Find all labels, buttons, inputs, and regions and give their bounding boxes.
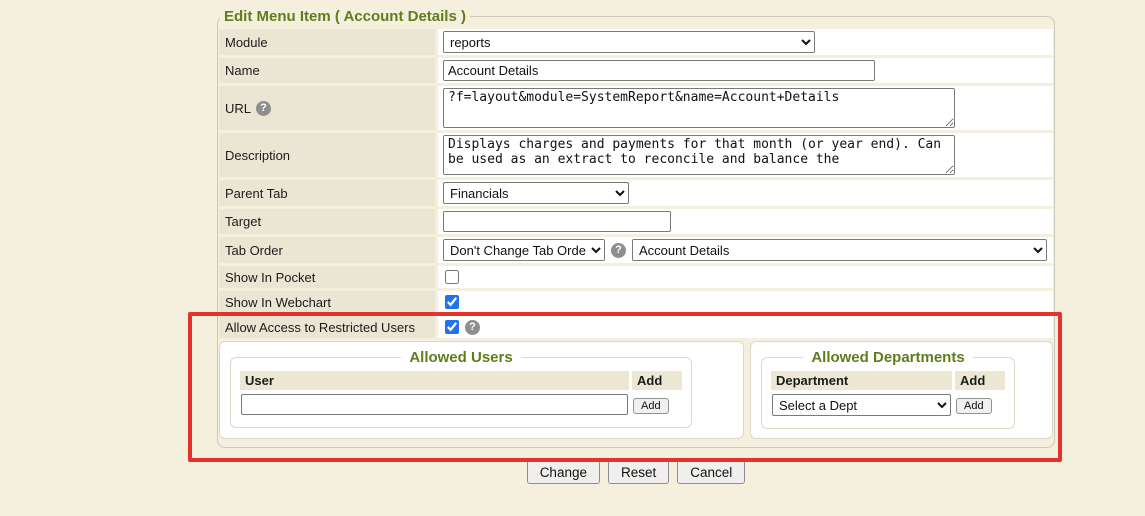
- allowed-users-fieldset: Allowed Users User Add: [230, 349, 692, 428]
- allowed-section-row: Allowed Users User Add: [219, 341, 1053, 439]
- show-in-pocket-label: Show In Pocket: [219, 266, 435, 288]
- add-column-header: Add: [955, 371, 1005, 390]
- change-button[interactable]: Change: [527, 460, 600, 484]
- target-label: Target: [219, 209, 435, 234]
- target-input[interactable]: [443, 211, 671, 232]
- reset-button[interactable]: Reset: [608, 460, 669, 484]
- url-textarea[interactable]: ?f=layout&module=SystemReport&name=Accou…: [443, 88, 955, 128]
- allowed-users-title: Allowed Users: [401, 349, 520, 366]
- department-column-header: Department: [771, 371, 952, 390]
- user-column-header: User: [240, 371, 629, 390]
- allowed-users-panel: Allowed Users User Add: [219, 341, 744, 439]
- url-label: URL: [225, 101, 251, 116]
- description-textarea[interactable]: Displays charges and payments for that m…: [443, 135, 955, 175]
- parent-tab-select[interactable]: Financials: [443, 182, 629, 204]
- show-in-webchart-row: Show In Webchart: [219, 291, 1053, 313]
- tab-order-label: Tab Order: [219, 237, 435, 263]
- allowed-users-table: User Add Add: [237, 368, 685, 419]
- url-row: URL ? ?f=layout&module=SystemReport&name…: [219, 86, 1053, 130]
- allowed-departments-title: Allowed Departments: [803, 349, 972, 366]
- form-buttons: Change Reset Cancel: [217, 460, 1055, 484]
- allow-restricted-checkbox[interactable]: [445, 320, 459, 334]
- cancel-button[interactable]: Cancel: [677, 460, 745, 484]
- edit-menu-item-form: Edit Menu Item ( Account Details ) Modul…: [217, 8, 1055, 484]
- form-rows: Module reports Name URL ?: [219, 29, 1053, 439]
- name-input[interactable]: [443, 60, 875, 81]
- tab-order-row: Tab Order Don't Change Tab Order ? Accou…: [219, 237, 1053, 263]
- allowed-users-input-row: Add: [240, 393, 682, 416]
- tab-position-select[interactable]: Account Details: [632, 239, 1047, 261]
- edit-menu-item-fieldset: Edit Menu Item ( Account Details ) Modul…: [217, 8, 1055, 448]
- help-icon[interactable]: ?: [465, 320, 480, 335]
- allow-restricted-label: Allow Access to Restricted Users: [219, 316, 435, 338]
- parent-tab-label: Parent Tab: [219, 180, 435, 206]
- help-icon[interactable]: ?: [256, 101, 271, 116]
- show-in-webchart-checkbox[interactable]: [445, 295, 459, 309]
- show-in-webchart-label: Show In Webchart: [219, 291, 435, 313]
- allowed-departments-panel: Allowed Departments Department Add Selec…: [750, 341, 1053, 439]
- add-column-header: Add: [632, 371, 682, 390]
- module-select[interactable]: reports: [443, 31, 815, 53]
- target-row: Target: [219, 209, 1053, 234]
- module-row: Module reports: [219, 29, 1053, 55]
- add-department-button[interactable]: Add: [956, 398, 992, 414]
- module-label: Module: [219, 29, 435, 55]
- user-input[interactable]: [241, 394, 628, 415]
- description-row: Description Displays charges and payment…: [219, 133, 1053, 177]
- allowed-users-header-row: User Add: [240, 371, 682, 390]
- name-label: Name: [219, 58, 435, 83]
- allowed-departments-input-row: Select a Dept Add: [771, 393, 1005, 417]
- description-label: Description: [219, 133, 435, 177]
- add-user-button[interactable]: Add: [633, 398, 669, 414]
- show-in-pocket-row: Show In Pocket: [219, 266, 1053, 288]
- show-in-pocket-checkbox[interactable]: [445, 270, 459, 284]
- form-title: Edit Menu Item ( Account Details ): [220, 8, 470, 25]
- department-select[interactable]: Select a Dept: [772, 394, 951, 416]
- parent-tab-row: Parent Tab Financials: [219, 180, 1053, 206]
- help-icon[interactable]: ?: [611, 243, 626, 258]
- allowed-departments-fieldset: Allowed Departments Department Add Selec…: [761, 349, 1015, 429]
- allowed-departments-table: Department Add Select a Dept: [768, 368, 1008, 420]
- allowed-departments-header-row: Department Add: [771, 371, 1005, 390]
- name-row: Name: [219, 58, 1053, 83]
- allow-restricted-row: Allow Access to Restricted Users ?: [219, 316, 1053, 338]
- tab-order-select[interactable]: Don't Change Tab Order: [443, 239, 605, 261]
